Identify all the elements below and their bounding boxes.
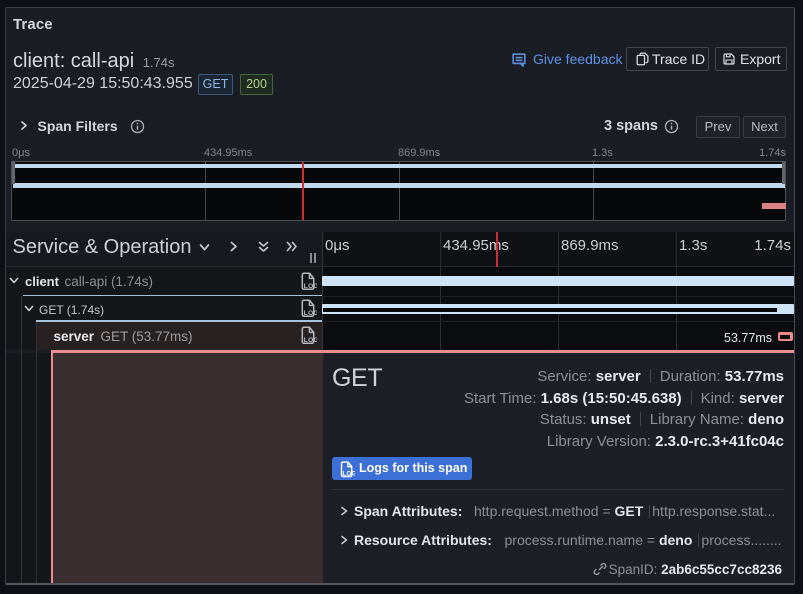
svg-text:LOG: LOG — [303, 337, 316, 344]
svg-text:LOG: LOG — [303, 283, 316, 290]
svg-text:LOG: LOG — [303, 310, 316, 317]
svg-text:LOG: LOG — [343, 470, 355, 477]
